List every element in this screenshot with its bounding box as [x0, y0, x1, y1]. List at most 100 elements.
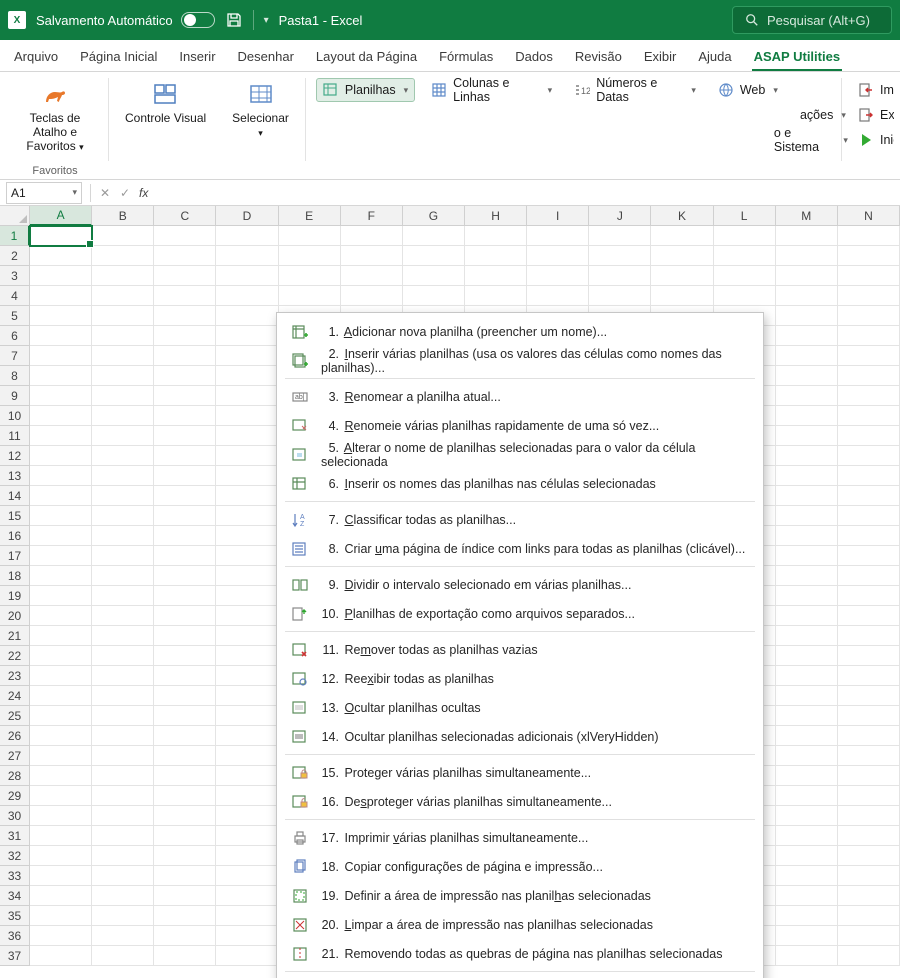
row-header[interactable]: 9 [0, 386, 30, 406]
cell[interactable] [216, 486, 278, 506]
fx-icon[interactable]: fx [139, 186, 148, 200]
cell[interactable] [92, 486, 154, 506]
worksheet-area[interactable]: ABCDEFGHIJKLMN 1234567891011121314151617… [0, 206, 900, 978]
menu-item-2[interactable]: 2. Inserir várias planilhas (usa os valo… [277, 346, 763, 375]
cell[interactable] [776, 686, 838, 706]
planilhas-dropdown-menu[interactable]: 1. Adicionar nova planilha (preencher um… [276, 312, 764, 978]
menu-item-19[interactable]: 19. Definir a área de impressão nas plan… [277, 881, 763, 910]
cell[interactable] [838, 826, 900, 846]
cell[interactable] [216, 946, 278, 966]
column-header[interactable]: B [92, 206, 154, 226]
cell[interactable] [154, 326, 216, 346]
menu-item-4[interactable]: 4. Renomeie várias planilhas rapidamente… [277, 411, 763, 440]
cell[interactable] [776, 786, 838, 806]
cell[interactable] [527, 286, 589, 306]
doc-menu-chevron[interactable]: ▾ [264, 15, 269, 26]
cell[interactable] [30, 566, 92, 586]
cell[interactable] [30, 306, 92, 326]
column-header[interactable]: D [216, 206, 278, 226]
row-header[interactable]: 27 [0, 746, 30, 766]
menu-item-16[interactable]: 16. Desproteger várias planilhas simulta… [277, 787, 763, 816]
cell[interactable] [216, 666, 278, 686]
cell[interactable] [92, 286, 154, 306]
tab-arquivo[interactable]: Arquivo [12, 43, 60, 71]
cell[interactable] [92, 266, 154, 286]
cell[interactable] [216, 506, 278, 526]
cell[interactable] [30, 406, 92, 426]
cell[interactable] [216, 566, 278, 586]
cell[interactable] [30, 366, 92, 386]
cell[interactable] [216, 346, 278, 366]
cell[interactable] [838, 846, 900, 866]
cell[interactable] [30, 526, 92, 546]
cell[interactable] [92, 826, 154, 846]
cell[interactable] [838, 546, 900, 566]
menu-item-20[interactable]: 20. Limpar a área de impressão nas plani… [277, 910, 763, 939]
cell[interactable] [776, 366, 838, 386]
row-header[interactable]: 34 [0, 886, 30, 906]
cell[interactable] [838, 726, 900, 746]
cell[interactable] [341, 226, 403, 246]
tab-exibir[interactable]: Exibir [642, 43, 679, 71]
cell[interactable] [838, 766, 900, 786]
cell[interactable] [154, 306, 216, 326]
column-header[interactable]: C [154, 206, 216, 226]
cell[interactable] [154, 386, 216, 406]
accept-formula-icon[interactable]: ✓ [115, 183, 135, 203]
menu-item-6[interactable]: 6. Inserir os nomes das planilhas nas cé… [277, 469, 763, 498]
name-box[interactable]: A1▾ [6, 182, 82, 204]
select-button[interactable]: Selecionar▾ [226, 76, 295, 144]
cell[interactable] [30, 346, 92, 366]
cell[interactable] [776, 726, 838, 746]
cell[interactable] [838, 286, 900, 306]
cell[interactable] [92, 646, 154, 666]
cell[interactable] [216, 286, 278, 306]
cell[interactable] [30, 906, 92, 926]
cell[interactable] [92, 706, 154, 726]
cell[interactable] [589, 246, 651, 266]
select-all-corner[interactable] [0, 206, 30, 226]
cell[interactable] [403, 286, 465, 306]
cell[interactable] [216, 226, 278, 246]
cell[interactable] [776, 666, 838, 686]
row-header[interactable]: 37 [0, 946, 30, 966]
cell[interactable] [92, 366, 154, 386]
cell[interactable] [714, 286, 776, 306]
column-header[interactable]: J [589, 206, 651, 226]
cell[interactable] [154, 466, 216, 486]
cell[interactable] [92, 426, 154, 446]
cell[interactable] [341, 246, 403, 266]
cell[interactable] [154, 526, 216, 546]
cell[interactable] [92, 886, 154, 906]
cell[interactable] [838, 526, 900, 546]
planilhas-menu-button[interactable]: Planilhas▾ [316, 78, 415, 102]
column-header[interactable]: N [838, 206, 900, 226]
cell[interactable] [216, 746, 278, 766]
cell[interactable] [838, 946, 900, 966]
row-header[interactable]: 2 [0, 246, 30, 266]
cell[interactable] [776, 486, 838, 506]
cell[interactable] [92, 786, 154, 806]
numeros-datas-menu-button[interactable]: 12 Números e Datas▾ [568, 78, 702, 102]
column-header[interactable]: L [714, 206, 776, 226]
cell[interactable] [838, 886, 900, 906]
colunas-linhas-menu-button[interactable]: Colunas e Linhas▾ [425, 78, 558, 102]
cell[interactable] [776, 606, 838, 626]
cell[interactable] [154, 566, 216, 586]
cell[interactable] [92, 506, 154, 526]
search-box[interactable]: Pesquisar (Alt+G) [732, 6, 892, 34]
cell[interactable] [154, 246, 216, 266]
cell[interactable] [216, 846, 278, 866]
cell[interactable] [216, 446, 278, 466]
column-header[interactable]: M [776, 206, 838, 226]
menu-item-11[interactable]: 11. Remover todas as planilhas vazias [277, 635, 763, 664]
cell[interactable] [838, 466, 900, 486]
cell[interactable] [92, 806, 154, 826]
cell[interactable] [92, 306, 154, 326]
menu-item-1[interactable]: 1. Adicionar nova planilha (preencher um… [277, 317, 763, 346]
cell[interactable] [216, 886, 278, 906]
menu-item-13[interactable]: 13. Ocultar planilhas ocultas [277, 693, 763, 722]
column-header[interactable]: A [30, 206, 92, 226]
cell[interactable] [838, 326, 900, 346]
cell[interactable] [589, 266, 651, 286]
